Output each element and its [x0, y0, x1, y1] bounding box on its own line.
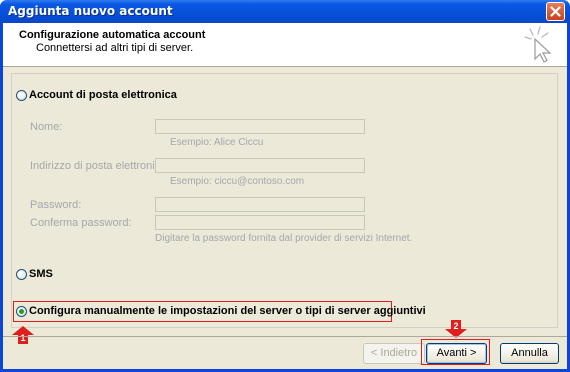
name-label: Nome:: [30, 121, 63, 133]
radio-email-account[interactable]: Account di posta elettronica: [16, 89, 177, 101]
radio-manual-config-button[interactable]: [16, 305, 27, 317]
email-hint: Esempio: ciccu@contoso.com: [170, 176, 305, 187]
email-label: Indirizzo di posta elettronica:: [30, 160, 170, 172]
radio-sms[interactable]: SMS: [16, 268, 53, 280]
cancel-button[interactable]: Annulla: [500, 343, 559, 364]
window-title: Aggiunta nuovo account: [8, 4, 173, 18]
close-button[interactable]: [546, 2, 565, 21]
title-bar[interactable]: Aggiunta nuovo account: [0, 0, 570, 23]
password-label: Password:: [30, 199, 82, 211]
close-icon: [550, 6, 561, 17]
password-field[interactable]: [155, 197, 365, 212]
header-title: Configurazione automatica account: [19, 29, 206, 41]
dialog-window: Aggiunta nuovo account Configurazione au…: [0, 0, 570, 372]
wizard-header: Configurazione automatica account Connet…: [3, 23, 567, 67]
step-one-arrow-icon: 1: [12, 326, 34, 344]
name-field[interactable]: [155, 119, 365, 134]
next-button[interactable]: Avanti >: [426, 343, 487, 364]
radio-manual-config-label: Configura manualmente le impostazioni de…: [29, 305, 426, 317]
radio-email-account-label: Account di posta elettronica: [29, 89, 177, 101]
confirm-password-field[interactable]: [155, 215, 365, 230]
radio-manual-config[interactable]: Configura manualmente le impostazioni de…: [16, 305, 426, 317]
wizard-cursor-icon: [524, 26, 552, 63]
radio-sms-button[interactable]: [16, 268, 27, 280]
email-field[interactable]: [155, 158, 365, 173]
name-hint: Esempio: Alice Ciccu: [170, 137, 264, 148]
radio-email-account-button[interactable]: [16, 89, 27, 101]
step-two-number: 2: [453, 321, 458, 331]
back-button[interactable]: < Indietro: [363, 343, 425, 364]
password-hint: Digitare la password fornita dal provide…: [155, 233, 413, 244]
header-subtitle: Connettersi ad altri tipi di server.: [36, 42, 194, 54]
dialog-body: Configurazione automatica account Connet…: [3, 23, 567, 369]
step-one-number: 1: [20, 333, 25, 343]
footer-divider: [3, 336, 567, 337]
confirm-password-label: Conferma password:: [30, 217, 132, 229]
radio-sms-label: SMS: [29, 268, 53, 280]
